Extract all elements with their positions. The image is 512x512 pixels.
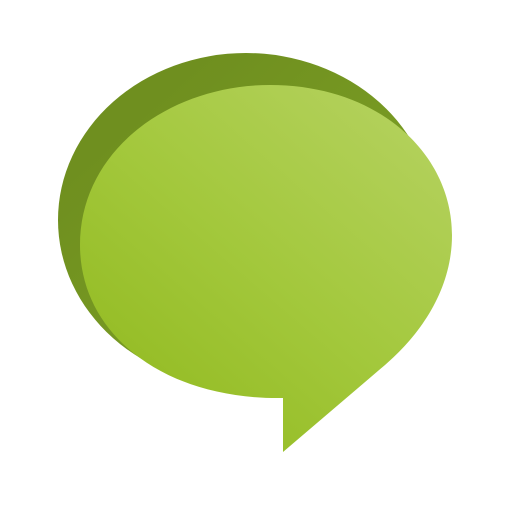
speech-bubble-icon [58, 53, 452, 452]
icon-canvas [0, 0, 512, 512]
bubble-face [80, 85, 452, 452]
